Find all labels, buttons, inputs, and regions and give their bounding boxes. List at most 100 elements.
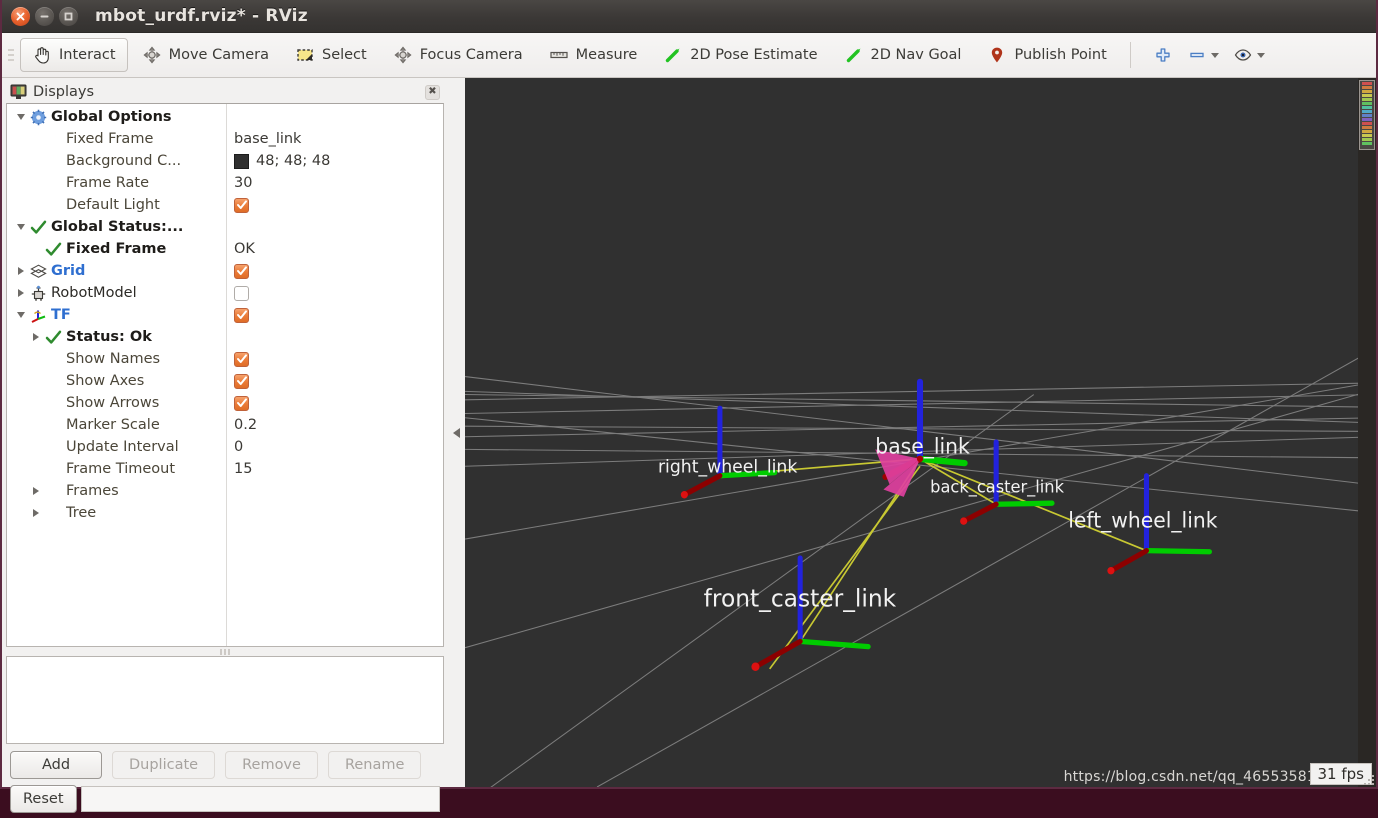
display-row-label: Default Light bbox=[66, 197, 160, 213]
display-row[interactable]: Fixed Framebase_link bbox=[7, 128, 443, 150]
display-row-value[interactable] bbox=[226, 352, 443, 367]
panel-splitter[interactable] bbox=[6, 647, 444, 656]
tool-interact[interactable]: Interact bbox=[20, 38, 128, 72]
checkbox[interactable] bbox=[234, 308, 249, 323]
row-twisty[interactable] bbox=[13, 289, 29, 297]
gear-icon bbox=[29, 109, 48, 126]
display-row[interactable]: Status: Ok bbox=[7, 326, 443, 348]
display-row[interactable]: Background C...48; 48; 48 bbox=[7, 150, 443, 172]
tool-focus-camera[interactable]: Focus Camera bbox=[381, 38, 535, 72]
tool-measure[interactable]: Measure bbox=[537, 38, 650, 72]
tool-publish-point[interactable]: Publish Point bbox=[975, 38, 1118, 72]
display-row[interactable]: Global Status:... bbox=[7, 216, 443, 238]
remove-button[interactable]: Remove bbox=[225, 751, 318, 779]
right-edge-strip bbox=[1358, 78, 1376, 787]
row-twisty[interactable] bbox=[28, 333, 44, 341]
status-row: Reset bbox=[6, 784, 444, 818]
right-edge-color-widget[interactable] bbox=[1359, 80, 1375, 150]
checkbox[interactable] bbox=[234, 374, 249, 389]
display-row[interactable]: Default Light bbox=[7, 194, 443, 216]
collapse-panel-handle[interactable] bbox=[448, 78, 465, 787]
expand-arrow-right-icon[interactable] bbox=[33, 487, 39, 495]
display-row-value[interactable] bbox=[226, 198, 443, 213]
row-twisty[interactable] bbox=[13, 224, 29, 230]
tool-2d-pose-estimate[interactable]: 2D Pose Estimate bbox=[651, 38, 829, 72]
display-row-value[interactable]: 15 bbox=[226, 461, 443, 477]
expand-arrow-down-icon[interactable] bbox=[17, 114, 25, 120]
color-value-text: 48; 48; 48 bbox=[256, 153, 330, 169]
display-row-value[interactable] bbox=[226, 308, 443, 323]
display-row-value[interactable]: 30 bbox=[226, 175, 443, 191]
tool-2d-nav-goal[interactable]: 2D Nav Goal bbox=[832, 38, 974, 72]
display-row-value[interactable]: 0 bbox=[226, 439, 443, 455]
main-toolbar: Interact Move Camera bbox=[2, 33, 1376, 78]
green-check-icon bbox=[44, 241, 63, 258]
display-row[interactable]: RobotModel bbox=[7, 282, 443, 304]
checkbox[interactable] bbox=[234, 352, 249, 367]
expand-arrow-right-icon[interactable] bbox=[18, 267, 24, 275]
row-twisty[interactable] bbox=[13, 114, 29, 120]
display-row-value[interactable]: OK bbox=[226, 241, 443, 257]
close-window-icon[interactable] bbox=[11, 7, 30, 26]
checkbox[interactable] bbox=[234, 286, 249, 301]
display-row[interactable]: Show Names bbox=[7, 348, 443, 370]
display-row[interactable]: Frame Timeout15 bbox=[7, 458, 443, 480]
display-row-value[interactable] bbox=[226, 286, 443, 301]
checkbox[interactable] bbox=[234, 396, 249, 411]
color-swatch[interactable] bbox=[234, 154, 249, 169]
row-twisty[interactable] bbox=[28, 487, 44, 495]
expand-arrow-down-icon[interactable] bbox=[17, 224, 25, 230]
display-row[interactable]: Show Arrows bbox=[7, 392, 443, 414]
display-row[interactable]: TF bbox=[7, 304, 443, 326]
toolbar-grip[interactable] bbox=[6, 42, 16, 68]
expand-arrow-right-icon[interactable] bbox=[18, 289, 24, 297]
display-row[interactable]: Marker Scale0.2 bbox=[7, 414, 443, 436]
close-panel-icon[interactable]: ✖ bbox=[425, 85, 440, 100]
color-band bbox=[1362, 138, 1372, 141]
remove-tool-button[interactable] bbox=[1181, 41, 1225, 69]
visibility-button[interactable] bbox=[1227, 41, 1271, 69]
tool-label: Select bbox=[322, 47, 367, 63]
display-row[interactable]: Fixed FrameOK bbox=[7, 238, 443, 260]
row-twisty[interactable] bbox=[13, 312, 29, 318]
display-row-value[interactable] bbox=[226, 264, 443, 279]
row-twisty[interactable] bbox=[13, 267, 29, 275]
chevron-down-icon[interactable] bbox=[1211, 53, 1219, 58]
display-row-value[interactable]: base_link bbox=[226, 131, 443, 147]
displays-tree[interactable]: Global OptionsFixed Framebase_linkBackgr… bbox=[6, 103, 444, 647]
display-row[interactable]: Show Axes bbox=[7, 370, 443, 392]
display-row-label: Show Arrows bbox=[66, 395, 159, 411]
3d-viewport[interactable]: right_wheel_link base_link back_caster_l… bbox=[465, 78, 1376, 787]
tool-move-camera[interactable]: Move Camera bbox=[130, 38, 281, 72]
display-row-value[interactable]: 48; 48; 48 bbox=[226, 153, 443, 169]
color-band bbox=[1362, 118, 1372, 121]
checkbox[interactable] bbox=[234, 264, 249, 279]
display-row[interactable]: Frame Rate30 bbox=[7, 172, 443, 194]
display-row[interactable]: Grid bbox=[7, 260, 443, 282]
add-button[interactable]: Add bbox=[10, 751, 102, 779]
tool-select[interactable]: Select bbox=[283, 38, 379, 72]
display-row[interactable]: Update Interval 0 bbox=[7, 436, 443, 458]
row-twisty[interactable] bbox=[28, 509, 44, 517]
display-row-label: Grid bbox=[51, 263, 85, 279]
resize-grip[interactable] bbox=[1364, 775, 1374, 785]
display-row-label: Global Status:... bbox=[51, 219, 183, 235]
display-row[interactable]: Frames bbox=[7, 480, 443, 502]
checkbox[interactable] bbox=[234, 198, 249, 213]
expand-arrow-right-icon[interactable] bbox=[33, 333, 39, 341]
maximize-window-icon[interactable] bbox=[59, 7, 78, 26]
display-description-box bbox=[6, 656, 444, 744]
duplicate-button[interactable]: Duplicate bbox=[112, 751, 215, 779]
rename-button[interactable]: Rename bbox=[328, 751, 421, 779]
display-row[interactable]: Global Options bbox=[7, 106, 443, 128]
display-row-value[interactable] bbox=[226, 396, 443, 411]
display-row-value[interactable] bbox=[226, 374, 443, 389]
display-row-value[interactable]: 0.2 bbox=[226, 417, 443, 433]
display-row[interactable]: Tree bbox=[7, 502, 443, 524]
chevron-down-icon[interactable] bbox=[1257, 53, 1265, 58]
add-tool-button[interactable] bbox=[1147, 41, 1179, 69]
display-row-label: Update Interval bbox=[66, 439, 179, 455]
minimize-window-icon[interactable] bbox=[35, 7, 54, 26]
expand-arrow-down-icon[interactable] bbox=[17, 312, 25, 318]
expand-arrow-right-icon[interactable] bbox=[33, 509, 39, 517]
